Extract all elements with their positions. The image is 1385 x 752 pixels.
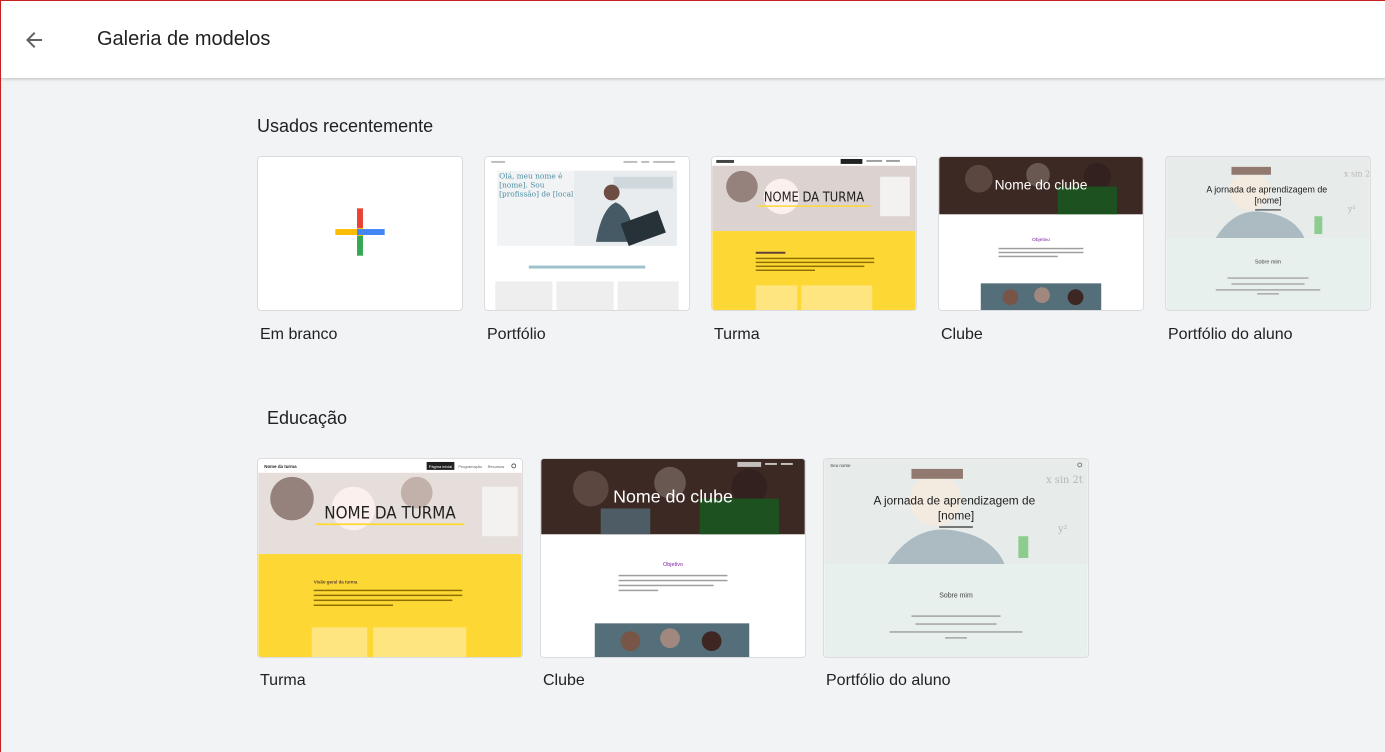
portfolio-preview: Olá, meu nome é [nome]. Sou [profissão] … bbox=[485, 157, 689, 310]
aluno-about-title: Sobre mim bbox=[939, 593, 973, 600]
svg-text:Sobre mim: Sobre mim bbox=[1255, 260, 1282, 266]
turma-thumbnail: Nome da turma Página inicial Programação… bbox=[257, 458, 523, 658]
card-label: Portfólio do aluno bbox=[826, 672, 951, 689]
clube-preview: Nome do clube Objetivo bbox=[541, 459, 805, 657]
blank-thumbnail bbox=[257, 156, 463, 311]
card-label: Clube bbox=[543, 672, 585, 689]
card-label: Turma bbox=[714, 326, 760, 343]
template-card-clube-education[interactable]: Nome do clube Objetivo Clube bbox=[540, 458, 806, 692]
template-card-portfolio[interactable]: Olá, meu nome é [nome]. Sou [profissão] … bbox=[484, 156, 690, 346]
section-title-recent: Usados recentemente bbox=[257, 116, 434, 136]
card-label: Em branco bbox=[260, 326, 338, 343]
svg-text:Recursos: Recursos bbox=[488, 464, 505, 469]
card-label: Turma bbox=[260, 672, 306, 689]
aluno-preview: x sin 2t y² Seu nome A jornada de aprend… bbox=[824, 459, 1088, 657]
svg-text:Objetivo: Objetivo bbox=[1032, 237, 1050, 243]
template-card-turma-education[interactable]: Nome da turma Página inicial Programação… bbox=[257, 458, 523, 692]
aluno-preview: x sin 2t y² A jornada de aprendizagem de… bbox=[1166, 157, 1370, 310]
turma-site-name: Nome da turma bbox=[264, 464, 297, 469]
template-card-blank[interactable]: Em branco bbox=[257, 156, 463, 346]
aluno-site-name: Seu nome bbox=[830, 463, 851, 468]
template-card-clube[interactable]: Nome do clube Objetivo Clube bbox=[938, 156, 1144, 346]
card-label: Portfólio do aluno bbox=[1168, 326, 1293, 343]
turma-hero-heading: NOME DA TURMA bbox=[324, 502, 456, 522]
clube-hero-heading: Nome do clube bbox=[995, 177, 1088, 193]
template-card-portfolio-aluno-education[interactable]: x sin 2t y² Seu nome A jornada de aprend… bbox=[823, 458, 1089, 692]
portfolio-thumbnail: Olá, meu nome é [nome]. Sou [profissão] … bbox=[484, 156, 690, 311]
plus-icon bbox=[258, 157, 462, 310]
clube-thumbnail: Nome do clube Objetivo bbox=[938, 156, 1144, 311]
turma-preview: Nome da turma Página inicial Programação… bbox=[258, 459, 522, 657]
turma-preview: NOME DA TURMA bbox=[712, 157, 916, 310]
back-button[interactable] bbox=[18, 24, 50, 56]
section-title-education: Educação bbox=[267, 408, 348, 428]
clube-objective-title: Objetivo bbox=[663, 562, 683, 568]
svg-text:Página inicial: Página inicial bbox=[429, 464, 452, 469]
top-app-bar: Galeria de modelos bbox=[0, 0, 1385, 78]
template-card-turma[interactable]: NOME DA TURMA Turma bbox=[711, 156, 917, 346]
clube-thumbnail: Nome do clube Objetivo bbox=[540, 458, 806, 658]
aluno-thumbnail: x sin 2t y² A jornada de aprendizagem de… bbox=[1165, 156, 1371, 311]
turma-thumbnail: NOME DA TURMA bbox=[711, 156, 917, 311]
template-card-portfolio-aluno[interactable]: x sin 2t y² A jornada de aprendizagem de… bbox=[1165, 156, 1371, 346]
clube-hero-heading: Nome do clube bbox=[613, 487, 733, 507]
card-label: Portfólio bbox=[487, 326, 546, 343]
clube-preview: Nome do clube Objetivo bbox=[939, 157, 1143, 310]
arrow-back-icon bbox=[26, 32, 42, 48]
card-label: Clube bbox=[941, 326, 983, 343]
aluno-thumbnail: x sin 2t y² Seu nome A jornada de aprend… bbox=[823, 458, 1089, 658]
svg-text:Visão geral da turma: Visão geral da turma bbox=[314, 580, 358, 585]
svg-text:Programação: Programação bbox=[458, 464, 483, 469]
page-title: Galeria de modelos bbox=[97, 28, 271, 50]
turma-hero-heading: NOME DA TURMA bbox=[764, 190, 864, 205]
